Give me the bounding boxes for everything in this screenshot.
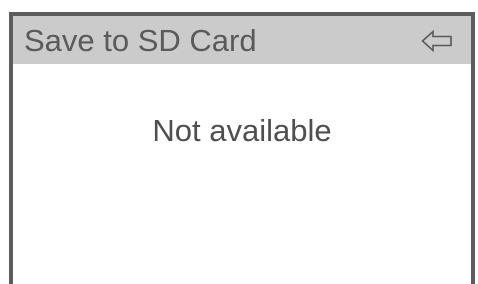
back-arrow-icon	[421, 29, 453, 53]
status-message: Not available	[152, 113, 332, 148]
screen-title: Save to SD Card	[24, 23, 257, 58]
device-screen: Save to SD Card Not available	[0, 0, 478, 284]
title-bar: Save to SD Card	[13, 16, 471, 64]
back-button[interactable]	[421, 29, 453, 53]
dialog-frame: Save to SD Card Not available	[9, 12, 475, 284]
